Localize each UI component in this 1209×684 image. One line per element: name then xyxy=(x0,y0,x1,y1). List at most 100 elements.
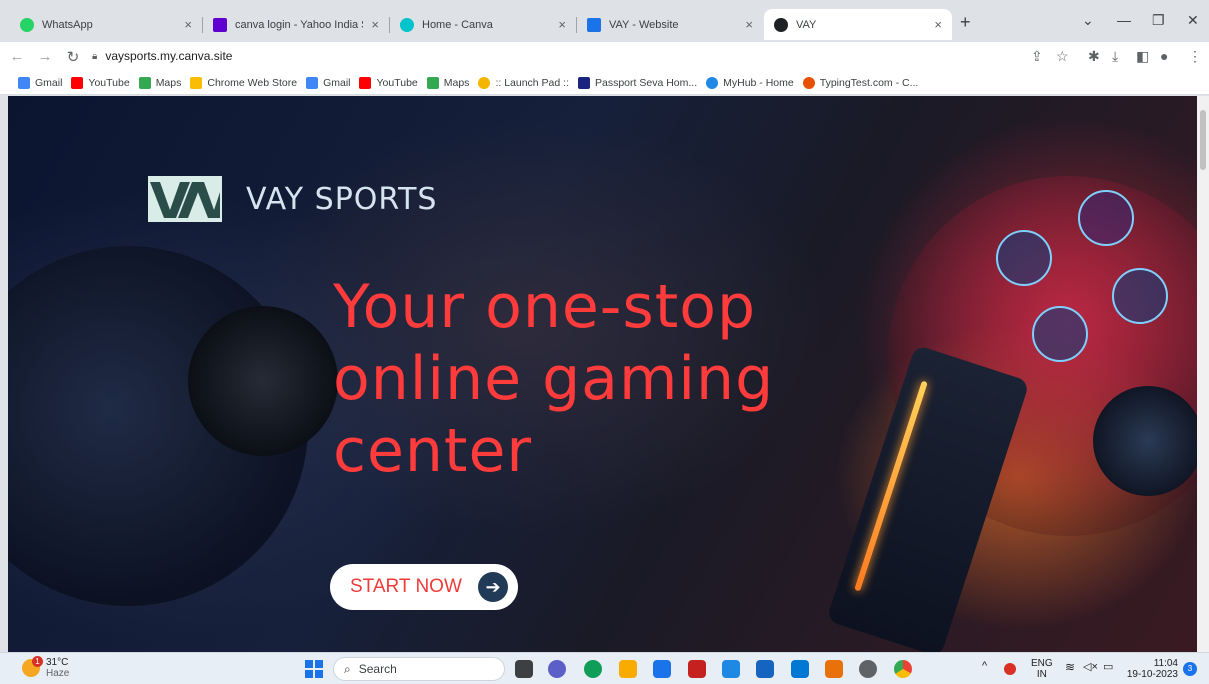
weather-condition: Haze xyxy=(46,668,70,679)
canva-site-icon xyxy=(587,17,601,32)
weather-widget[interactable]: 31°C Haze xyxy=(22,657,69,679)
bookmark-maps-2[interactable]: Maps xyxy=(426,76,469,89)
vay-logo xyxy=(148,176,222,222)
extensions-icon[interactable]: ✱ xyxy=(1088,48,1100,65)
download-icon[interactable]: ⤓ xyxy=(1112,48,1118,65)
reload-icon[interactable]: ↻ xyxy=(62,48,84,66)
teams-chat-icon[interactable] xyxy=(548,660,566,678)
bookmark-maps[interactable]: Maps xyxy=(138,76,181,89)
lock-icon: 🔒︎ xyxy=(92,50,98,62)
forward-icon[interactable]: → xyxy=(34,48,56,65)
profile-icon[interactable]: ● xyxy=(1160,48,1168,64)
maps-icon xyxy=(426,76,439,89)
myhub-icon xyxy=(706,76,719,89)
sublime-icon[interactable] xyxy=(825,660,843,678)
bookmarks-bar: Gmail YouTube Maps Chrome Web Store Gmai… xyxy=(0,71,1209,95)
bookmark-youtube-2[interactable]: YouTube xyxy=(359,76,418,89)
brand-name: VAY SPORTS xyxy=(246,181,438,217)
bookmark-gmail[interactable]: Gmail xyxy=(18,76,62,89)
youtube-icon xyxy=(359,76,372,89)
passport-icon xyxy=(578,76,590,89)
bookmark-typingtest[interactable]: TypingTest.com - C... xyxy=(802,76,918,89)
bookmark-passport[interactable]: Passport Seva Hom... xyxy=(578,76,697,89)
whatsapp-icon xyxy=(20,17,34,32)
mcafee-icon[interactable] xyxy=(688,660,706,678)
notification-badge[interactable]: 3 xyxy=(1183,662,1197,676)
tab-title: WhatsApp xyxy=(42,18,93,31)
webstore-icon xyxy=(190,76,203,89)
yahoo-icon xyxy=(213,17,227,32)
brand[interactable]: VAY SPORTS xyxy=(148,176,437,222)
google-icon xyxy=(306,76,319,89)
new-tab-icon[interactable]: + xyxy=(960,12,971,33)
battery-icon[interactable]: ▭ xyxy=(1103,660,1113,673)
hero-section: VAY SPORTS Your one-stop online gaming c… xyxy=(8,96,1197,652)
share-icon[interactable]: ⇪ xyxy=(1031,48,1043,65)
windows-start-icon[interactable] xyxy=(305,660,323,678)
close-window-icon[interactable]: ✕ xyxy=(1187,12,1199,29)
typingtest-icon xyxy=(802,76,815,89)
settings-gear-icon[interactable] xyxy=(859,660,877,678)
tab-vay-website[interactable]: VAY - Website × xyxy=(577,9,763,40)
chevron-up-icon[interactable]: ^ xyxy=(982,660,987,672)
file-explorer-icon[interactable] xyxy=(619,660,637,678)
restore-icon[interactable]: ❐ xyxy=(1152,12,1165,29)
search-icon: ⌕ xyxy=(344,661,351,676)
language-indicator[interactable]: ENG IN xyxy=(1031,658,1053,680)
speaker-muted-icon[interactable]: ◁× xyxy=(1083,660,1098,673)
task-view-icon[interactable] xyxy=(515,660,533,678)
close-icon[interactable]: × xyxy=(184,17,192,32)
launchpad-icon xyxy=(478,76,491,89)
arrow-right-icon: ➔ xyxy=(478,572,508,602)
temperature: 31°C xyxy=(46,657,69,668)
site-icon xyxy=(774,17,788,32)
weather-alert-badge: 1 xyxy=(32,656,43,667)
browser-toolbar: ← → ↻ 🔒︎ vaysports.my.canva.site ⇪ ☆ ✱ ⤓… xyxy=(0,42,1209,71)
bookmark-launchpad[interactable]: :: Launch Pad :: xyxy=(478,76,569,89)
tab-search-icon[interactable]: ⌄ xyxy=(1082,12,1094,29)
tab-title: canva login - Yahoo India Search xyxy=(235,18,363,31)
minimize-icon[interactable]: — xyxy=(1117,12,1131,28)
address-bar[interactable]: 🔒︎ vaysports.my.canva.site xyxy=(92,45,232,67)
close-icon[interactable]: × xyxy=(745,17,753,32)
youtube-icon xyxy=(71,76,84,89)
cta-label: START NOW xyxy=(350,576,462,597)
tab-yahoo[interactable]: canva login - Yahoo India Search × xyxy=(203,9,389,40)
scrollbar-thumb[interactable] xyxy=(1200,110,1206,170)
tab-title: VAY - Website xyxy=(609,18,679,31)
url-text: vaysports.my.canva.site xyxy=(105,49,233,63)
close-icon[interactable]: × xyxy=(934,17,942,32)
store-icon[interactable] xyxy=(756,660,774,678)
close-icon[interactable]: × xyxy=(371,17,379,32)
hero-headline: Your one-stop online gaming center xyxy=(333,272,775,486)
page-scrollbar[interactable] xyxy=(1197,96,1209,652)
back-icon[interactable]: ← xyxy=(6,48,28,65)
chrome-icon[interactable] xyxy=(894,660,912,678)
side-panel-icon[interactable]: ◧ xyxy=(1136,48,1149,65)
bookmark-webstore[interactable]: Chrome Web Store xyxy=(190,76,297,89)
tab-strip: WhatsApp × canva login - Yahoo India Sea… xyxy=(0,0,1209,42)
taskbar-search[interactable]: ⌕ Search xyxy=(333,657,505,681)
tab-title: VAY xyxy=(796,18,817,31)
mcafee-tray-icon[interactable] xyxy=(1004,663,1016,675)
tab-whatsapp[interactable]: WhatsApp × xyxy=(10,9,202,40)
wifi-icon[interactable]: ≋ xyxy=(1065,660,1075,674)
google-icon xyxy=(18,76,30,89)
app-blue-icon[interactable] xyxy=(791,660,809,678)
bookmark-gmail-2[interactable]: Gmail xyxy=(306,76,350,89)
tab-vay[interactable]: VAY × xyxy=(764,9,952,40)
close-icon[interactable]: × xyxy=(558,17,566,32)
start-now-button[interactable]: START NOW ➔ xyxy=(330,564,518,610)
clock[interactable]: 11:04 19-10-2023 xyxy=(1126,658,1178,680)
bookmark-star-icon[interactable]: ☆ xyxy=(1056,48,1069,65)
search-placeholder: Search xyxy=(358,662,397,676)
taskbar: 31°C Haze 1 ⌕ Search ^ ENG IN ≋ ◁× ▭ 11:… xyxy=(0,652,1209,684)
app-l-icon[interactable] xyxy=(722,660,740,678)
menu-icon[interactable]: ⋮ xyxy=(1188,48,1202,65)
edge-icon[interactable] xyxy=(584,660,602,678)
canva-icon xyxy=(400,17,414,32)
bookmark-myhub[interactable]: MyHub - Home xyxy=(706,76,794,89)
mail-icon[interactable] xyxy=(653,660,671,678)
tab-canva-home[interactable]: Home - Canva × xyxy=(390,9,576,40)
bookmark-youtube[interactable]: YouTube xyxy=(71,76,130,89)
